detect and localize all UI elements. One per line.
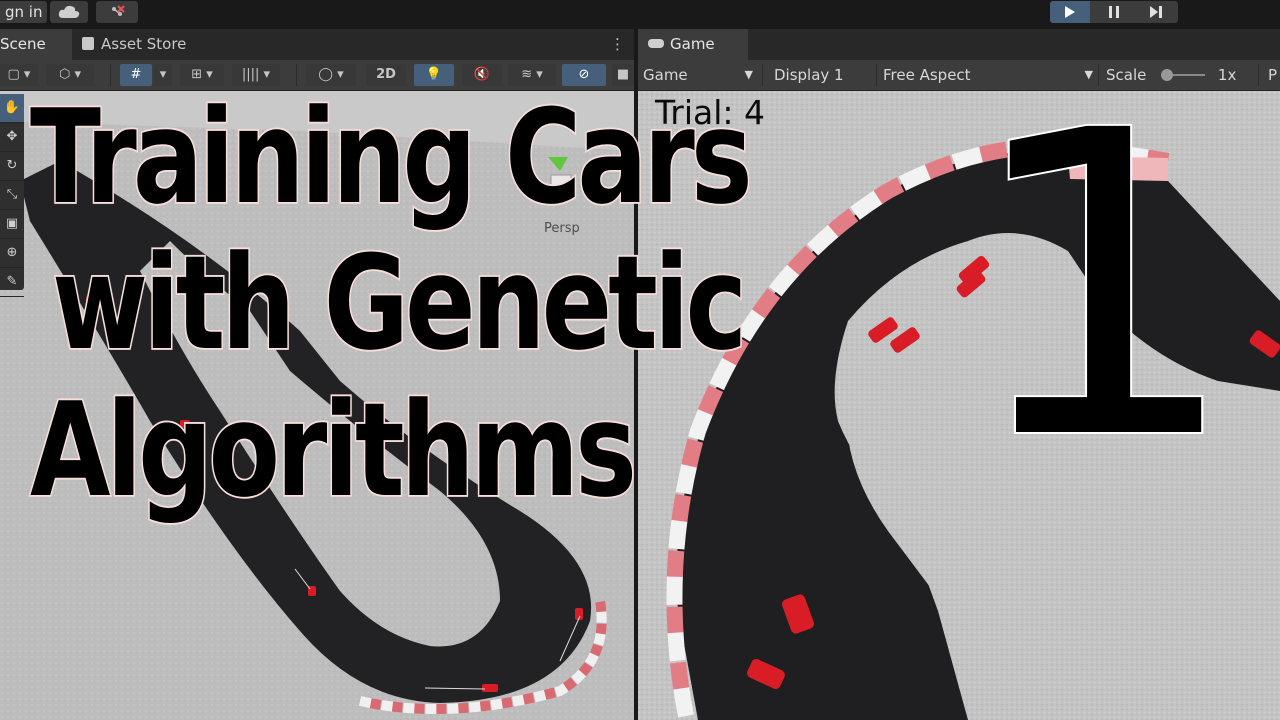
transform-tool-icon[interactable]: ⊕ — [0, 239, 24, 268]
tab-game[interactable]: Game — [638, 29, 748, 60]
tab-scene-label: Scene — [0, 35, 46, 53]
tab-game-label: Game — [670, 35, 715, 53]
shopping-bag-icon — [82, 37, 94, 50]
toolbar-separator — [876, 64, 877, 86]
step-icon[interactable] — [1136, 1, 1176, 23]
tab-scene[interactable]: Scene — [0, 29, 72, 60]
scene-tab-row: Scene Asset Store ⋮ — [0, 29, 634, 60]
cloud-icon[interactable] — [50, 1, 88, 23]
kebab-menu-icon[interactable]: ⋮ — [610, 29, 625, 60]
play-controls — [1050, 1, 1178, 23]
rotate-tool-icon[interactable]: ↻ — [0, 152, 24, 181]
hand-tool-icon[interactable]: ✋ — [0, 94, 24, 123]
scale-tool-icon[interactable]: ⤡ — [0, 181, 24, 210]
rect-tool-icon[interactable]: ▣ — [0, 210, 24, 239]
car — [482, 684, 498, 692]
title-line-2: with Genetic — [50, 226, 748, 380]
tab-asset-store[interactable]: Asset Store — [82, 29, 212, 60]
display-dropdown[interactable]: Display 1 — [774, 60, 874, 90]
tool-palette: ✋ ✥ ↻ ⤡ ▣ ⊕ ✎ — [0, 94, 24, 297]
gamepad-icon — [648, 39, 664, 48]
sign-in-button[interactable]: gn in — [0, 1, 48, 23]
aspect-value: Free Aspect — [883, 66, 971, 84]
editor-topbar: gn in — [0, 0, 1280, 29]
pause-icon[interactable] — [1094, 1, 1134, 23]
collab-icon[interactable] — [96, 1, 138, 23]
title-line-3: Algorithms — [29, 373, 639, 527]
episode-number: 1 — [959, 43, 1244, 532]
toolbar-separator — [1258, 64, 1259, 86]
tab-asset-store-label: Asset Store — [101, 35, 187, 53]
toolbar-separator — [762, 64, 763, 86]
maximize-toggle[interactable]: P — [1268, 60, 1280, 90]
display-value: Display 1 — [774, 66, 844, 84]
title-line-1: Training Cars — [29, 80, 755, 234]
move-tool-icon[interactable]: ✥ — [0, 123, 24, 152]
play-icon[interactable] — [1050, 1, 1090, 23]
custom-tool-icon[interactable]: ✎ — [0, 268, 24, 297]
